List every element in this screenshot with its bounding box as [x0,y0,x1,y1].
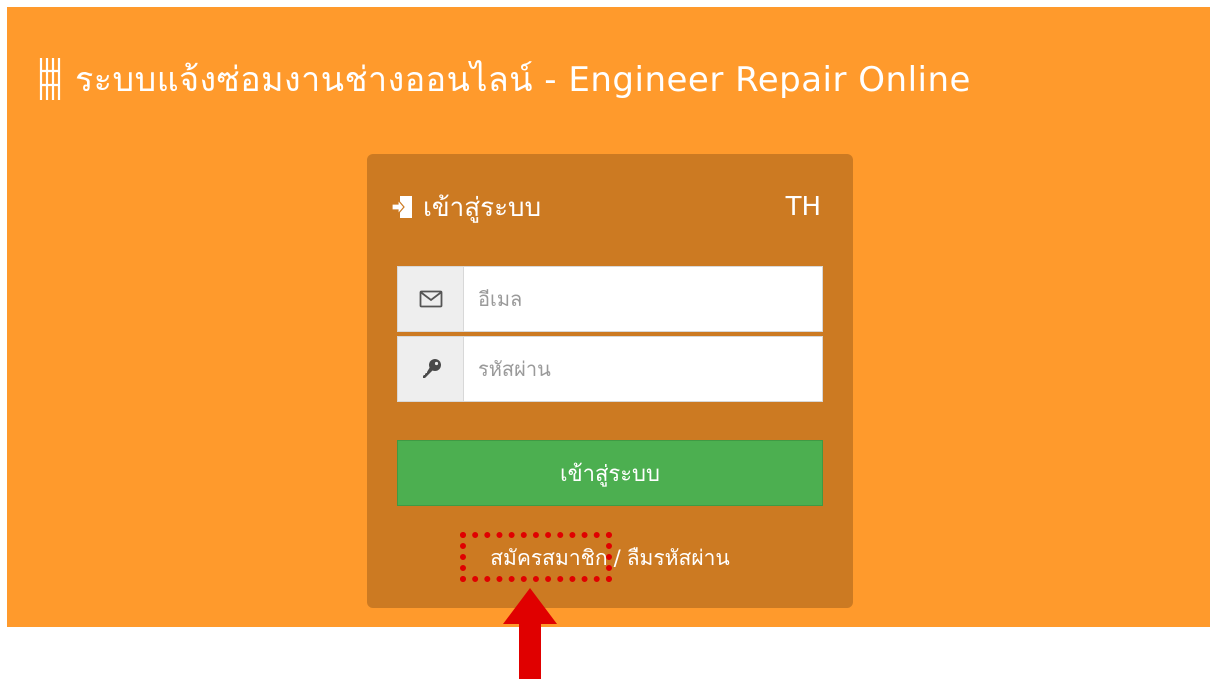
building-grid-icon [39,58,61,100]
page: ระบบแจ้งซ่อมงานช่างออนไลน์ - Engineer Re… [0,0,1217,679]
email-input[interactable] [464,267,822,331]
envelope-icon [419,290,442,308]
sign-in-icon [391,196,412,218]
register-link-highlight [460,532,612,582]
link-separator: / [613,546,621,570]
key-icon [422,359,441,378]
login-panel-header: เข้าสู่ระบบ TH [391,184,823,230]
email-field [397,266,823,332]
password-input[interactable] [464,337,822,401]
app-header: ระบบแจ้งซ่อมงานช่างออนไลน์ - Engineer Re… [37,51,971,107]
email-addon [398,267,464,331]
login-title-group: เข้าสู่ระบบ [391,187,541,228]
arrow-up-icon [503,588,557,679]
password-addon [398,337,464,401]
app-title: ระบบแจ้งซ่อมงานช่างออนไลน์ - Engineer Re… [75,60,971,100]
language-toggle[interactable]: TH [786,192,823,222]
forgot-password-link[interactable]: ลืมรหัสผ่าน [627,546,730,570]
password-field [397,336,823,402]
login-title: เข้าสู่ระบบ [423,192,542,223]
login-button[interactable]: เข้าสู่ระบบ [397,440,823,506]
